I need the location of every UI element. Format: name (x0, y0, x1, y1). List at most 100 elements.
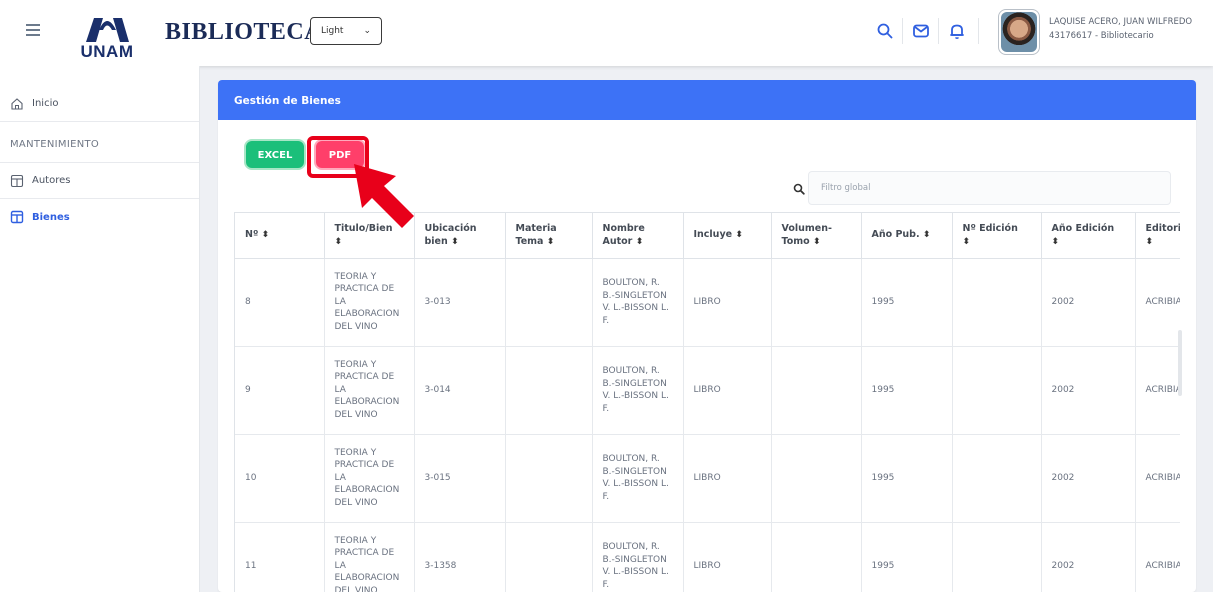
cell-anio-edicion: 2002 (1041, 522, 1136, 592)
column-header[interactable]: Editorial ⬍ (1135, 213, 1180, 259)
sort-icon[interactable]: ⬍ (262, 230, 270, 240)
user-name: LAQUISE ACERO, JUAN WILFREDO (1049, 17, 1193, 27)
column-header[interactable]: Materia Tema ⬍ (505, 213, 593, 259)
table-icon (10, 174, 24, 187)
search-icon (793, 183, 805, 195)
column-header[interactable]: Nº ⬍ (235, 213, 325, 259)
sidebar-item-inicio[interactable]: Inicio (0, 86, 199, 122)
sort-icon[interactable]: ⬍ (735, 230, 743, 240)
sidebar-item-bienes[interactable]: Bienes (0, 199, 199, 235)
column-header-label: Año Edición (1051, 222, 1115, 234)
column-header-label: Nº (245, 229, 259, 241)
column-header-label: Año Pub. (871, 229, 920, 241)
column-header[interactable]: Ubicación bien ⬍ (414, 213, 506, 259)
sort-icon[interactable]: ⬍ (636, 237, 644, 247)
cell-edicion (952, 346, 1042, 435)
cell-incluye: LIBRO (683, 346, 772, 435)
cell-anio-pub: 1995 (861, 522, 953, 592)
cell-titulo: TEORIA Y PRACTICA DE LA ELABORACION DEL … (324, 434, 415, 523)
home-icon (11, 97, 23, 110)
menu-icon[interactable] (26, 24, 40, 36)
arrow-pointer-icon (354, 164, 414, 228)
cell-volumen (771, 258, 862, 347)
avatar-photo (1001, 12, 1037, 52)
table-body: 8 TEORIA Y PRACTICA DE LA ELABORACION DEL… (235, 258, 1180, 592)
cell-titulo: TEORIA Y PRACTICA DE LA ELABORACION DEL … (324, 346, 415, 435)
sort-icon[interactable]: ⬍ (335, 237, 343, 247)
cell-edicion (952, 434, 1042, 523)
column-header-label: Volumen- (781, 222, 832, 234)
cell-anio-edicion: 2002 (1041, 434, 1136, 523)
mail-icon[interactable] (912, 22, 930, 40)
column-header[interactable]: Año Pub. ⬍ (861, 213, 953, 259)
sort-icon[interactable]: ⬍ (547, 237, 555, 247)
table-row[interactable]: 9 TEORIA Y PRACTICA DE LA ELABORACION DEL… (235, 346, 1180, 435)
column-header-label: Tema (515, 235, 544, 247)
cell-ubicacion: 3-014 (414, 346, 506, 435)
cell-editorial: ACRIBIA (1135, 258, 1180, 347)
table-row[interactable]: 11 TEORIA Y PRACTICA DE LA ELABORACION DE… (235, 522, 1180, 592)
user-role: 43176617 - Bibliotecario (1049, 31, 1154, 41)
header-divider (902, 18, 903, 44)
cell-editorial: ACRIBIA (1135, 522, 1180, 592)
cell-materia (505, 434, 593, 523)
cell-autor: BOULTON, R. B.-SINGLETON V. L.-BISSON L.… (592, 522, 684, 592)
sidebar-item-autores[interactable]: Autores (0, 163, 199, 199)
column-header[interactable]: Nombre Autor ⬍ (592, 213, 684, 259)
column-header[interactable]: Volumen- Tomo ⬍ (771, 213, 862, 259)
sidebar-item-label: Inicio (32, 98, 59, 109)
cell-editorial: ACRIBIA (1135, 346, 1180, 435)
cell-titulo: TEORIA Y PRACTICA DE LA ELABORACION DEL … (324, 522, 415, 592)
cell-n: 9 (235, 346, 325, 435)
column-header-label: Materia (515, 222, 557, 234)
column-header[interactable]: Incluye ⬍ (683, 213, 772, 259)
cell-materia (505, 258, 593, 347)
cell-anio-edicion: 2002 (1041, 258, 1136, 347)
header-divider (978, 18, 979, 44)
column-header-label: bien (424, 235, 448, 247)
sidebar-section-mantenimiento: MANTENIMIENTO (0, 127, 199, 163)
cell-edicion (952, 258, 1042, 347)
avatar[interactable] (998, 9, 1040, 55)
cell-materia (505, 346, 593, 435)
excel-button[interactable]: EXCEL (244, 139, 306, 170)
search-icon[interactable] (876, 22, 894, 40)
sort-icon[interactable]: ⬍ (963, 237, 971, 247)
cell-volumen (771, 346, 862, 435)
scrollbar-thumb[interactable] (1178, 330, 1182, 396)
sort-icon[interactable]: ⬍ (923, 230, 931, 240)
cell-edicion (952, 522, 1042, 592)
cell-n: 11 (235, 522, 325, 592)
sidebar-item-label: Bienes (32, 211, 70, 223)
column-header-label: Incluye (693, 229, 733, 241)
cell-incluye: LIBRO (683, 258, 772, 347)
cell-volumen (771, 434, 862, 523)
cell-incluye: LIBRO (683, 434, 772, 523)
bienes-table: Nº ⬍ Titulo/Bien ⬍ Ubicación bien ⬍ Materia Te… (235, 213, 1180, 592)
sort-icon[interactable]: ⬍ (1146, 237, 1154, 247)
sort-icon[interactable]: ⬍ (1052, 237, 1060, 247)
cell-n: 10 (235, 434, 325, 523)
cell-ubicacion: 3-1358 (414, 522, 506, 592)
cell-anio-pub: 1995 (861, 434, 953, 523)
unam-logo: UNAM (72, 12, 142, 61)
bell-icon[interactable] (948, 22, 966, 40)
theme-select[interactable]: Light ⌄ (310, 17, 382, 45)
column-header-label: Nombre (602, 222, 645, 234)
column-header[interactable]: Nº Edición ⬍ (952, 213, 1042, 259)
column-header[interactable]: Año Edición ⬍ (1041, 213, 1136, 259)
sidebar-item-label: Autores (32, 175, 71, 186)
table-row[interactable]: 10 TEORIA Y PRACTICA DE LA ELABORACION DE… (235, 434, 1180, 523)
sort-icon[interactable]: ⬍ (451, 237, 459, 247)
cell-anio-pub: 1995 (861, 346, 953, 435)
sidebar: Inicio MANTENIMIENTO Autores Bienes (0, 66, 200, 592)
table-row[interactable]: 8 TEORIA Y PRACTICA DE LA ELABORACION DEL… (235, 258, 1180, 347)
card-title: Gestión de Bienes (218, 80, 1196, 120)
theme-select-value: Light (321, 26, 344, 36)
bienes-table-container: Nº ⬍ Titulo/Bien ⬍ Ubicación bien ⬍ Materia Te… (234, 212, 1180, 592)
global-filter-input[interactable] (808, 171, 1171, 205)
cell-autor: BOULTON, R. B.-SINGLETON V. L.-BISSON L.… (592, 258, 684, 347)
cell-editorial: ACRIBIA (1135, 434, 1180, 523)
sort-icon[interactable]: ⬍ (813, 237, 821, 247)
cell-autor: BOULTON, R. B.-SINGLETON V. L.-BISSON L.… (592, 434, 684, 523)
